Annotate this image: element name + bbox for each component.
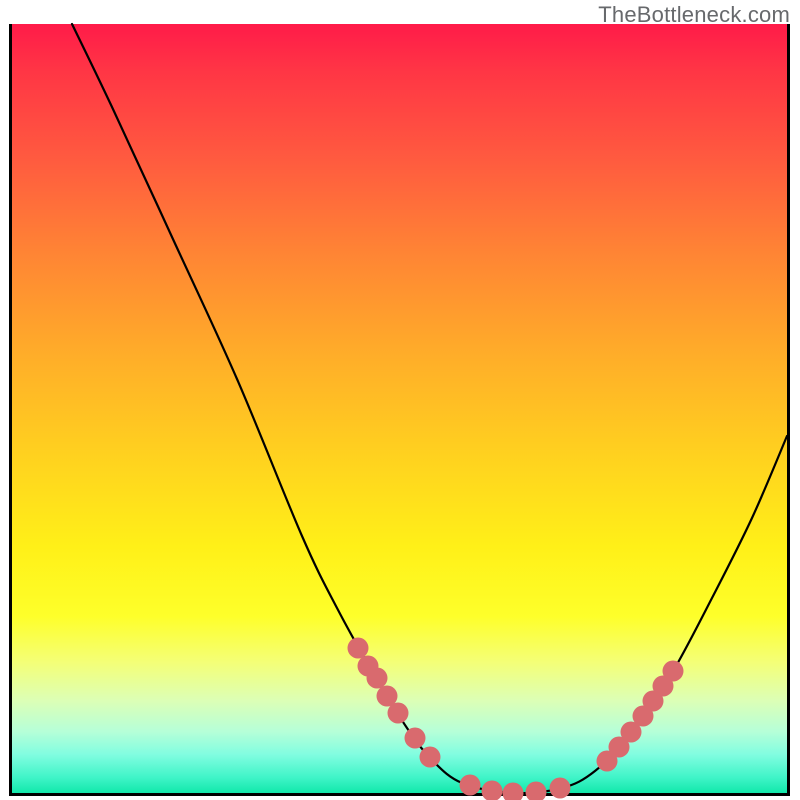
curve-svg	[12, 24, 787, 793]
marker-group	[348, 638, 684, 800]
highlight-dot	[405, 728, 426, 749]
highlight-dot	[388, 703, 409, 724]
highlight-dot	[367, 668, 388, 689]
highlight-dot	[503, 783, 524, 800]
highlight-dot	[663, 661, 684, 682]
highlight-dot	[526, 782, 547, 800]
highlight-dot	[550, 778, 571, 799]
chart-stage: TheBottleneck.com	[0, 0, 800, 800]
highlight-dot	[460, 775, 481, 796]
plot-frame	[9, 24, 790, 796]
highlight-dot	[348, 638, 369, 659]
highlight-dot	[420, 747, 441, 768]
highlight-dot	[482, 781, 503, 800]
